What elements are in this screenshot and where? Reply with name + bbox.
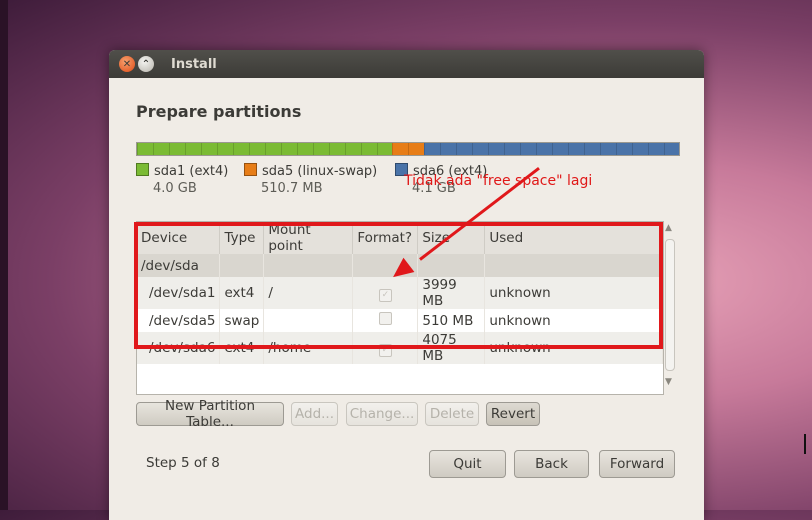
column-header-size[interactable]: Size	[417, 222, 486, 254]
mount-cell: /	[263, 277, 354, 309]
format-checkbox[interactable]: ✓	[378, 343, 392, 357]
legend-item-sda5: sda5 (linux-swap) 510.7 MB	[244, 163, 377, 196]
partition-table[interactable]: Device Type Mount point Format? Size Use…	[136, 221, 664, 395]
window-title: Install	[171, 56, 217, 72]
size-cell: 3999 MB	[417, 277, 486, 309]
revert-button[interactable]: Revert	[486, 402, 540, 426]
table-header-row: Device Type Mount point Format? Size Use…	[137, 222, 663, 254]
legend-item-sda1: sda1 (ext4) 4.0 GB	[136, 163, 228, 196]
legend-swatch	[244, 163, 257, 176]
legend-label: sda5 (linux-swap)	[262, 164, 378, 179]
partition-segment-sda1	[137, 143, 392, 155]
legend-swatch	[136, 163, 149, 176]
legend-size: 4.0 GB	[153, 181, 197, 196]
delete-button[interactable]: Delete	[425, 402, 479, 426]
format-checkbox[interactable]	[378, 312, 392, 325]
used-cell: unknown	[484, 332, 663, 364]
mount-cell: /home	[263, 332, 354, 364]
scroll-down-icon[interactable]: ▼	[665, 377, 672, 387]
device-cell: /dev/sda1	[137, 277, 221, 309]
size-cell: 4075 MB	[417, 332, 486, 364]
size-cell: 510 MB	[417, 309, 486, 332]
forward-button[interactable]: Forward	[599, 450, 675, 478]
device-cell: /dev/sda6	[137, 332, 221, 364]
column-header-mount[interactable]: Mount point	[263, 222, 354, 254]
partition-segment-sda5	[391, 143, 425, 155]
type-cell: swap	[219, 309, 265, 332]
page-title: Prepare partitions	[136, 102, 302, 121]
table-scrollbar[interactable]: ▲ ▼	[663, 221, 675, 393]
change-button[interactable]: Change...	[346, 402, 418, 426]
text-cursor	[804, 434, 806, 454]
title-bar: ✕ ⌃ Install	[109, 50, 704, 78]
type-cell: ext4	[219, 277, 265, 309]
add-button[interactable]: Add...	[291, 402, 338, 426]
back-button[interactable]: Back	[514, 450, 589, 478]
used-cell: unknown	[484, 277, 663, 309]
table-row[interactable]: /dev/sda5 swap 510 MB unknown	[137, 309, 663, 332]
scroll-up-icon[interactable]: ▲	[665, 223, 672, 233]
device-cell: /dev/sda	[137, 254, 221, 277]
close-icon[interactable]: ✕	[119, 56, 135, 72]
column-header-type[interactable]: Type	[219, 222, 265, 254]
partition-bar	[136, 142, 680, 156]
scrollbar-trough[interactable]	[665, 239, 675, 371]
column-header-used[interactable]: Used	[484, 222, 663, 254]
column-header-format[interactable]: Format?	[352, 222, 419, 254]
minimize-icon[interactable]: ⌃	[138, 56, 154, 72]
type-cell: ext4	[219, 332, 265, 364]
annotation-text: Tidak ada "free space" lagi	[404, 173, 593, 189]
desktop-edge	[0, 0, 8, 510]
used-cell: unknown	[484, 309, 663, 332]
quit-button[interactable]: Quit	[429, 450, 506, 478]
step-indicator: Step 5 of 8	[146, 455, 220, 471]
legend-size: 510.7 MB	[261, 181, 323, 196]
legend-label: sda1 (ext4)	[154, 164, 229, 179]
table-row[interactable]: /dev/sda6 ext4 /home ✓ 4075 MB unknown	[137, 332, 663, 364]
partition-segment-sda6	[424, 143, 679, 155]
mount-cell	[263, 309, 354, 332]
device-cell: /dev/sda5	[137, 309, 221, 332]
column-header-device[interactable]: Device	[137, 222, 221, 254]
installer-window: ✕ ⌃ Install Prepare partitions sda1 (ext…	[109, 50, 704, 520]
format-checkbox[interactable]: ✓	[378, 288, 392, 302]
new-partition-table-button[interactable]: New Partition Table...	[136, 398, 284, 430]
